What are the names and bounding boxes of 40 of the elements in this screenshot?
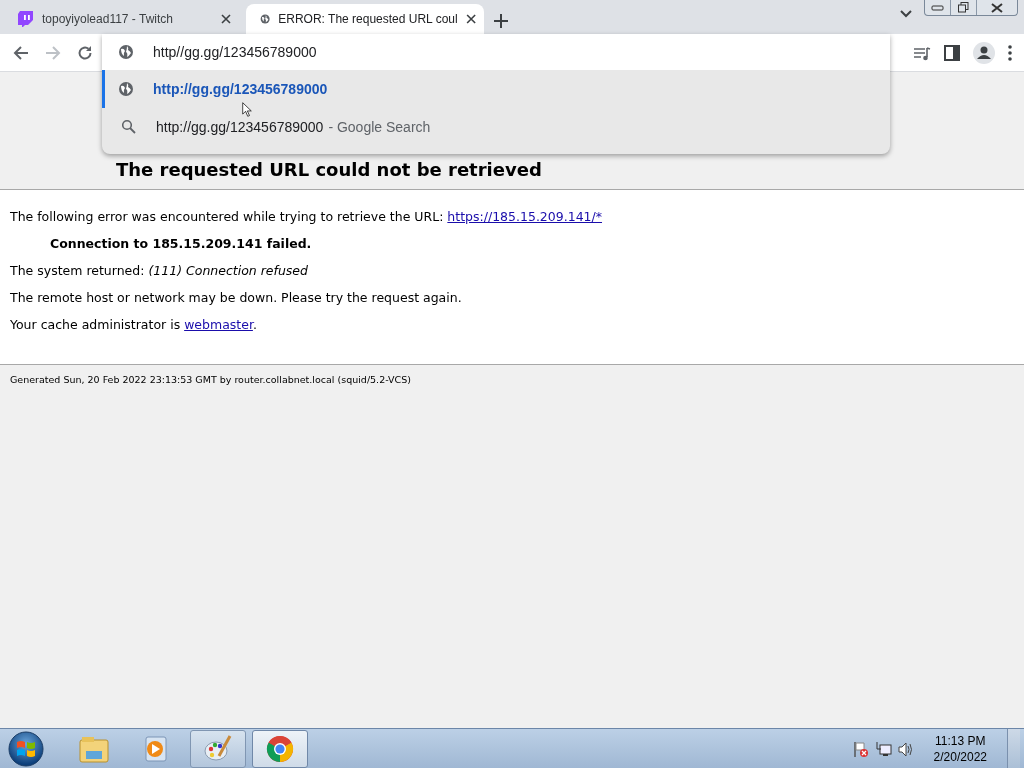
- mouse-pointer-icon: [242, 102, 252, 117]
- footer-text: Generated Sun, 20 Feb 2022 23:13:53 GMT by router.collabnet.local (squid/5.2-VCS): [10, 374, 411, 385]
- network-icon[interactable]: [874, 741, 892, 757]
- paint-palette-icon: [203, 734, 233, 764]
- error-detail: Connection to 185.15.209.141 failed.: [49, 235, 313, 253]
- chrome-icon: [265, 734, 295, 764]
- twitch-icon: [18, 11, 34, 27]
- chevron-down-icon[interactable]: [900, 10, 912, 18]
- close-icon: [991, 2, 1003, 13]
- browser-tab[interactable]: topoyiyolead117 - Twitch: [4, 4, 242, 34]
- new-tab-icon[interactable]: [494, 14, 508, 28]
- system-returned-text: The system returned: (111) Connection refused: [10, 262, 309, 280]
- error-message: The following error was encountered while trying to retrieve the URL: https://185.15.209.141/*: [10, 208, 603, 226]
- clock-date[interactable]: 2/20/2022: [933, 749, 987, 765]
- menu-icon[interactable]: [1008, 44, 1012, 61]
- minimize-icon: [931, 4, 944, 11]
- taskbar-button[interactable]: [252, 730, 308, 768]
- start-button-icon[interactable]: [6, 729, 46, 768]
- page-heading: The requested URL could not be retrieved: [116, 159, 542, 180]
- address-field[interactable]: http//gg.gg/123456789000: [102, 34, 890, 70]
- globe-icon: [118, 44, 134, 60]
- speaker-icon[interactable]: [897, 740, 914, 758]
- close-icon[interactable]: [218, 14, 234, 24]
- search-icon: [121, 119, 137, 135]
- webmaster-link[interactable]: webmaster: [184, 317, 253, 332]
- profile-avatar-icon[interactable]: [973, 41, 995, 64]
- globe-icon: [118, 81, 134, 97]
- side-panel-icon[interactable]: [944, 44, 960, 61]
- taskbar-button[interactable]: [190, 730, 246, 768]
- back-arrow-icon[interactable]: [12, 43, 30, 62]
- folder-icon: [78, 734, 110, 764]
- url-link[interactable]: https://185.15.209.141/*: [447, 209, 602, 224]
- admin-text: Your cache administrator is webmaster.: [10, 316, 258, 334]
- suggestion-item[interactable]: http://gg.gg/123456789000 - Google Search: [102, 108, 890, 146]
- clock-time[interactable]: 11:13 PM: [935, 733, 986, 749]
- close-icon[interactable]: [465, 14, 476, 24]
- media-control-icon[interactable]: [913, 44, 931, 61]
- browser-tab[interactable]: ERROR: The requested URL coul: [246, 4, 484, 34]
- remote-host-text: The remote host or network may be down. Please try the request again.: [10, 289, 463, 307]
- flag-icon[interactable]: [852, 740, 869, 758]
